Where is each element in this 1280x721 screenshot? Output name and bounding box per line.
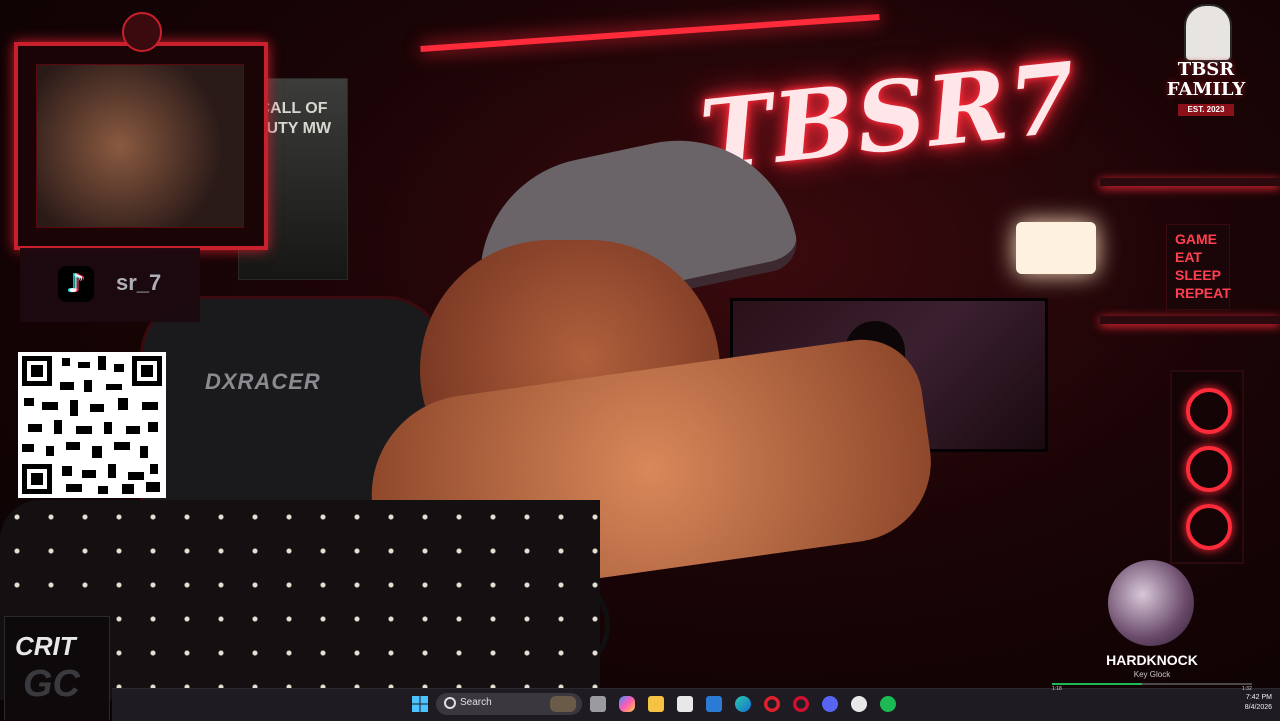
search-box[interactable]: Search	[436, 693, 582, 715]
webcam-feed	[36, 64, 244, 228]
streamer-illustration	[0, 118, 950, 700]
search-highlight-icon	[550, 696, 576, 712]
file-explorer-icon[interactable]	[648, 696, 664, 712]
desktop-wallpaper: CALL OF DUTY MW TBSR7 GAME EAT SLEEP REP…	[0, 0, 1280, 720]
track-progress-fill	[1052, 683, 1142, 685]
spotify-icon[interactable]	[880, 696, 896, 712]
logo-est: EST. 2023	[1178, 104, 1234, 116]
opera-gx-icon[interactable]	[793, 696, 809, 712]
copilot-icon[interactable]	[619, 696, 635, 712]
tiktok-icon: ♪	[58, 266, 94, 302]
taskbar-clock[interactable]: 7:42 PM 8/4/2026	[1222, 693, 1272, 713]
chair-brand: DXRACER	[205, 369, 321, 394]
crit-gc-logo: CRIT GC	[4, 616, 110, 720]
shelf-top	[1100, 178, 1280, 186]
search-icon	[444, 697, 456, 709]
shelf-sign-line-1: GAME	[1175, 231, 1217, 247]
qr-code	[18, 352, 166, 498]
github-icon[interactable]	[851, 696, 867, 712]
tiktok-handle: sr_7	[116, 270, 162, 295]
track-artist: Key Glock	[1133, 670, 1171, 679]
fan-2	[1186, 446, 1232, 492]
clock-date: 8/4/2026	[1244, 704, 1272, 711]
search-input[interactable]: Search	[460, 697, 492, 708]
shelf-bottom	[1100, 316, 1280, 324]
ring-light	[1016, 222, 1096, 274]
discord-icon[interactable]	[822, 696, 838, 712]
reaper-icon	[1184, 4, 1232, 62]
fan-1	[1186, 388, 1232, 434]
task-view-icon[interactable]	[590, 696, 606, 712]
microsoft-store-icon[interactable]	[677, 696, 693, 712]
shelf-sign-line-4: REPEAT	[1175, 285, 1231, 301]
now-playing-widget[interactable]: HARDKNOCK Key Glock	[1050, 558, 1254, 688]
logo-title: TBSR FAMILY	[1166, 59, 1246, 100]
windows-start-icon[interactable]	[412, 696, 428, 712]
shelf-sign-line-2: EAT	[1175, 249, 1202, 265]
edge-icon[interactable]	[735, 696, 751, 712]
track-elapsed: 1:18	[1052, 686, 1062, 692]
track-duration: 1:32	[1242, 686, 1252, 692]
crit-logo-top: CRIT	[15, 631, 76, 661]
tbsr-family-logo: TBSR FAMILY EST. 2023	[1138, 4, 1274, 124]
pc-tower	[1170, 370, 1244, 564]
opera-icon[interactable]	[764, 696, 780, 712]
track-title: HARDKNOCK	[1106, 652, 1198, 668]
shelf-sign: GAME EAT SLEEP REPEAT	[1166, 224, 1231, 310]
tiktok-panel: ♪ sr_7	[20, 248, 200, 322]
album-art[interactable]	[1108, 560, 1194, 646]
clock-time: 7:42 PM	[1245, 694, 1272, 701]
qr-code-graphic	[22, 356, 162, 494]
shelf-sign-line-3: SLEEP	[1175, 267, 1221, 283]
taskbar	[112, 688, 1280, 721]
ceiling-neon-strip	[420, 13, 880, 53]
fan-3	[1186, 504, 1232, 550]
mail-icon[interactable]	[706, 696, 722, 712]
webcam-frame	[14, 12, 268, 250]
webcam-skull-ornament	[122, 12, 162, 52]
crit-logo-bottom: GC	[23, 663, 80, 705]
track-progress-bar[interactable]	[1052, 683, 1252, 685]
